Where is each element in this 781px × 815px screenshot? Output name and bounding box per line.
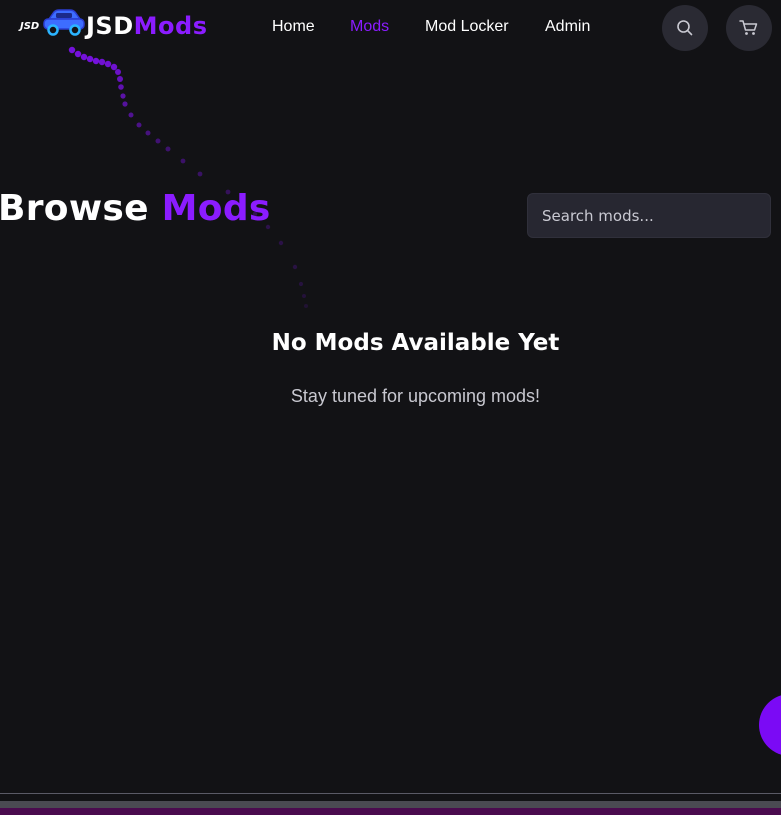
brand-name-primary: JSD [86,12,134,40]
footer-strip [0,808,781,815]
page: JSD JSD Mods Home Mods Mod Locker Admin [0,0,781,815]
search-button[interactable] [662,5,708,51]
page-title-primary: Browse [0,188,149,229]
logo-small-text: JSD [20,21,40,32]
site-logo[interactable]: JSD JSD Mods [18,6,207,46]
nav-admin[interactable]: Admin [545,16,590,38]
empty-state-subtitle: Stay tuned for upcoming mods! [290,386,541,406]
divider [0,793,781,794]
car-icon [43,9,85,36]
page-title-accent: Mods [161,188,271,229]
cart-icon [739,20,758,35]
cart-button[interactable] [726,5,772,51]
empty-state-title: No Mods Available Yet [271,330,560,356]
floating-action-button[interactable] [759,694,781,756]
nav-mod-locker[interactable]: Mod Locker [425,16,509,38]
nav-mods[interactable]: Mods [350,16,389,38]
nav-home[interactable]: Home [272,16,315,38]
search-input[interactable] [527,193,771,238]
brand-name-accent: Mods [133,12,208,40]
search-icon [677,20,693,36]
car-logo-icon: JSD [18,6,86,46]
brand-name: JSD Mods [86,12,207,40]
site-header: JSD JSD Mods Home Mods Mod Locker Admin [0,0,781,56]
page-title: Browse Mods [0,188,271,229]
footer-band [0,801,781,808]
